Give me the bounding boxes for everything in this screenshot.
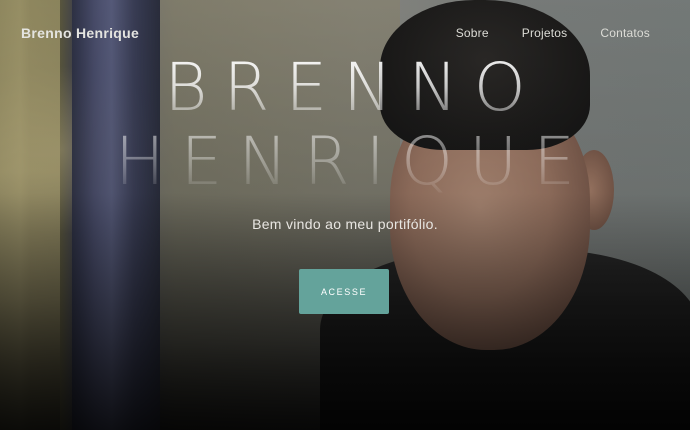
hero-title: BRENNO HENRIQUE [0, 55, 690, 195]
nav-link-sobre[interactable]: Sobre [456, 26, 489, 40]
brand-link[interactable]: Brenno Henrique [21, 25, 139, 41]
nav-links: Sobre Projetos Contatos [423, 26, 650, 40]
acesse-button[interactable]: ACESSE [299, 269, 389, 314]
nav-link-projetos[interactable]: Projetos [522, 26, 568, 40]
hero-title-line-2: HENRIQUE [0, 129, 690, 195]
nav-link-contatos[interactable]: Contatos [600, 26, 650, 40]
hero-page: Brenno Henrique Sobre Projetos Contatos … [0, 0, 690, 430]
hero-subtitle: Bem vindo ao meu portifólio. [252, 216, 438, 232]
hero-title-line-1: BRENNO [0, 55, 690, 127]
